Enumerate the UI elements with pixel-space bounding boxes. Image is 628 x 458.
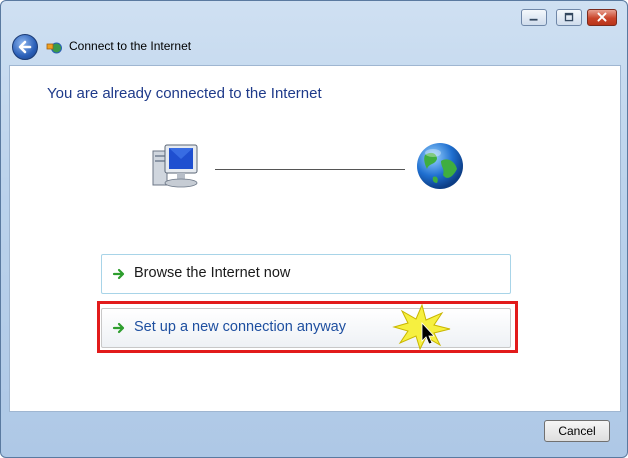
navigation-bar: Connect to the Internet [1,31,627,63]
click-burst-icon [392,303,451,351]
highlight-box [97,301,518,353]
page-heading: You are already connected to the Interne… [47,85,322,102]
maximize-icon [564,12,574,22]
connect-window: Connect to the Internet You are already … [0,0,628,458]
back-button[interactable] [12,34,38,60]
green-arrow-icon [112,268,125,280]
browse-internet-option[interactable]: Browse the Internet now [101,254,511,294]
close-icon [597,12,607,22]
network-connection-icon [46,42,62,54]
close-button[interactable] [587,9,617,26]
globe-icon [417,143,463,189]
cancel-button[interactable]: Cancel [544,420,610,442]
content-area: You are already connected to the Interne… [9,65,621,412]
browse-internet-label: Browse the Internet now [134,265,291,281]
minimize-icon [529,18,538,21]
nav-title: Connect to the Internet [69,39,192,53]
footer-bar: Cancel [1,411,627,457]
connection-line [215,169,405,170]
maximize-button[interactable] [556,9,582,26]
title-bar[interactable] [1,1,627,31]
back-arrow-icon [18,40,32,54]
computer-icon [152,144,198,188]
minimize-button[interactable] [521,9,547,26]
